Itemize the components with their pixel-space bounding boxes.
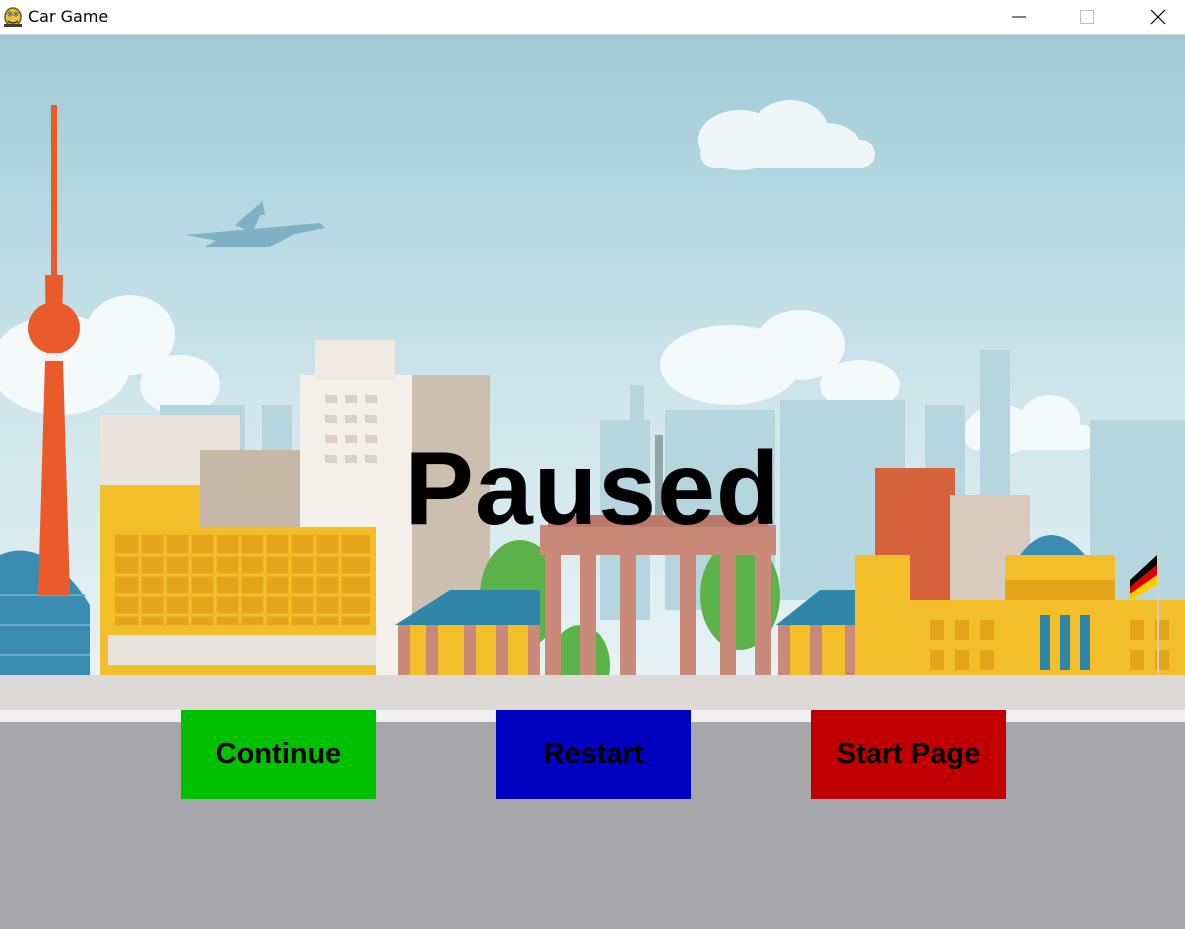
maximize-button[interactable] — [1064, 0, 1110, 34]
maximize-icon — [1080, 10, 1094, 24]
minimize-icon — [1012, 16, 1026, 18]
close-icon — [1150, 9, 1166, 25]
close-button[interactable] — [1135, 0, 1181, 34]
pygame-snake-icon — [2, 4, 24, 28]
game-canvas[interactable]: Paused Continue Restart Start Page — [0, 35, 1185, 929]
window-title: Car Game — [28, 7, 109, 26]
continue-button[interactable]: Continue — [181, 710, 376, 799]
restart-button[interactable]: Restart — [496, 710, 691, 799]
start-page-button[interactable]: Start Page — [811, 710, 1006, 799]
minimize-button[interactable] — [996, 0, 1042, 34]
paused-title: Paused — [404, 431, 781, 547]
window-titlebar: Car Game — [0, 0, 1185, 35]
